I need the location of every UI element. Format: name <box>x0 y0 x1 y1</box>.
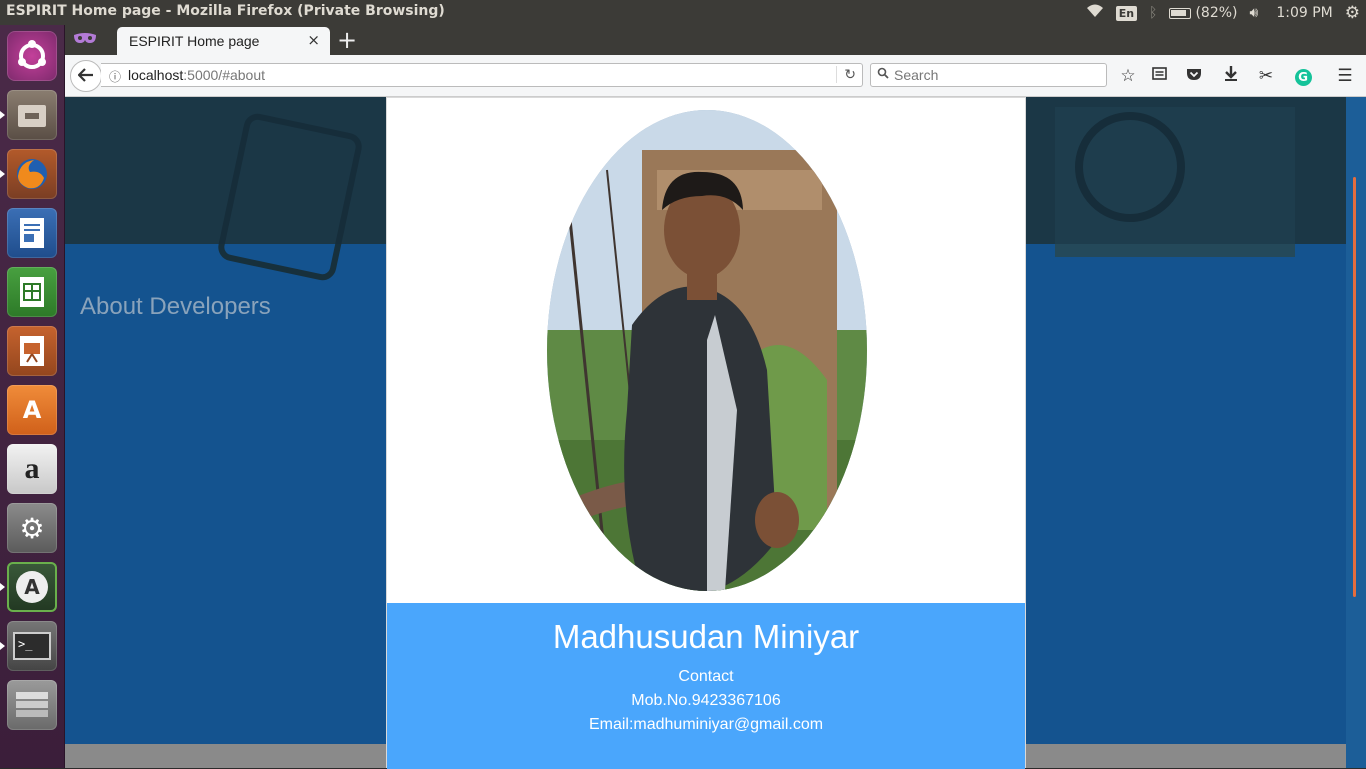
workspace-switcher-icon[interactable] <box>7 680 57 730</box>
launcher-running-indicator <box>0 170 5 178</box>
developer-name: Madhusudan Miniyar <box>552 618 860 655</box>
reload-icon[interactable]: ↻ <box>836 66 856 83</box>
reader-view-icon[interactable] <box>1148 65 1170 87</box>
back-arrow-icon <box>77 67 94 86</box>
search-bar[interactable]: Search <box>870 63 1107 87</box>
tab-close-icon[interactable]: × <box>307 31 320 49</box>
tab-title: ESPIRIT Home page <box>129 33 260 49</box>
back-button[interactable] <box>70 60 102 92</box>
launcher-running-indicator <box>0 583 5 591</box>
bluetooth-icon[interactable]: ᛒ <box>1149 5 1157 21</box>
files-icon[interactable] <box>7 90 57 140</box>
search-icon <box>877 67 889 82</box>
battery-icon <box>1169 7 1192 19</box>
wifi-icon[interactable] <box>1086 4 1104 22</box>
private-browsing-mask-icon <box>73 31 97 47</box>
system-tray: En ᛒ (82%) 🔊︎ 1:09 PM ⚙ <box>1086 3 1360 23</box>
grammarly-extension-icon[interactable]: G <box>1292 65 1314 87</box>
scrollbar-thumb[interactable] <box>1353 177 1356 597</box>
pocket-icon[interactable] <box>1183 65 1205 87</box>
terminal-icon[interactable]: >_ <box>7 621 57 671</box>
ubuntu-dash-icon[interactable] <box>7 31 57 81</box>
page-scrollbar[interactable] <box>1346 97 1366 768</box>
section-title: About Developers <box>80 293 271 320</box>
launcher-running-indicator <box>0 111 5 119</box>
settings-gear-icon[interactable]: ⚙ <box>1345 3 1360 23</box>
bookmark-star-icon[interactable]: ☆ <box>1117 65 1139 87</box>
browser-tab-bar: ESPIRIT Home page × + <box>65 25 1366 55</box>
downloads-icon[interactable] <box>1220 65 1242 87</box>
developer-photo <box>547 110 867 591</box>
volume-icon[interactable]: 🔊︎ <box>1250 5 1259 21</box>
url-text[interactable]: localhost:5000/#about <box>128 67 265 83</box>
hamburger-menu-icon[interactable]: ☰ <box>1334 65 1356 87</box>
software-updater-icon[interactable]: A <box>7 562 57 612</box>
amazon-icon[interactable]: a <box>7 444 57 494</box>
search-placeholder: Search <box>894 67 939 83</box>
contact-label: Contact <box>678 668 734 685</box>
browser-nav-bar: ⓘ localhost:5000/#about ↻ Search ☆ ✂ G ☰ <box>65 55 1366 97</box>
site-info-icon[interactable]: ⓘ <box>109 68 121 85</box>
url-host: localhost <box>128 67 184 83</box>
launcher-running-indicator <box>0 642 5 650</box>
tab-espirit-home[interactable]: ESPIRIT Home page × <box>117 27 330 55</box>
libreoffice-calc-icon[interactable] <box>7 267 57 317</box>
ubuntu-software-center-icon[interactable]: A <box>7 385 57 435</box>
developer-card: Madhusudan Miniyar Contact Mob.No.942336… <box>386 97 1026 769</box>
unity-launcher: A a ⚙ A >_ <box>0 25 65 768</box>
keyboard-layout-indicator[interactable]: En <box>1115 5 1138 21</box>
url-bar[interactable]: ⓘ localhost:5000/#about ↻ <box>101 63 863 87</box>
new-tab-button[interactable]: + <box>337 26 357 54</box>
developer-info-panel: Madhusudan Miniyar Contact Mob.No.942336… <box>387 603 1025 769</box>
mobile-number: Mob.No.9423367106 <box>631 692 781 709</box>
libreoffice-writer-icon[interactable] <box>7 208 57 258</box>
system-top-bar: ESPIRIT Home page - Mozilla Firefox (Pri… <box>0 0 1366 25</box>
email-address[interactable]: Email:madhuminiyar@gmail.com <box>387 713 1025 737</box>
window-title: ESPIRIT Home page - Mozilla Firefox (Pri… <box>6 3 445 19</box>
screenshot-scissors-icon[interactable]: ✂ <box>1255 65 1277 87</box>
libreoffice-impress-icon[interactable] <box>7 326 57 376</box>
battery-percent: (82%) <box>1195 5 1238 21</box>
url-path: :5000/#about <box>183 67 266 83</box>
system-settings-icon[interactable]: ⚙ <box>7 503 57 553</box>
battery-indicator[interactable]: (82%) <box>1169 5 1238 21</box>
firefox-icon[interactable] <box>7 149 57 199</box>
clock[interactable]: 1:09 PM <box>1276 5 1332 21</box>
